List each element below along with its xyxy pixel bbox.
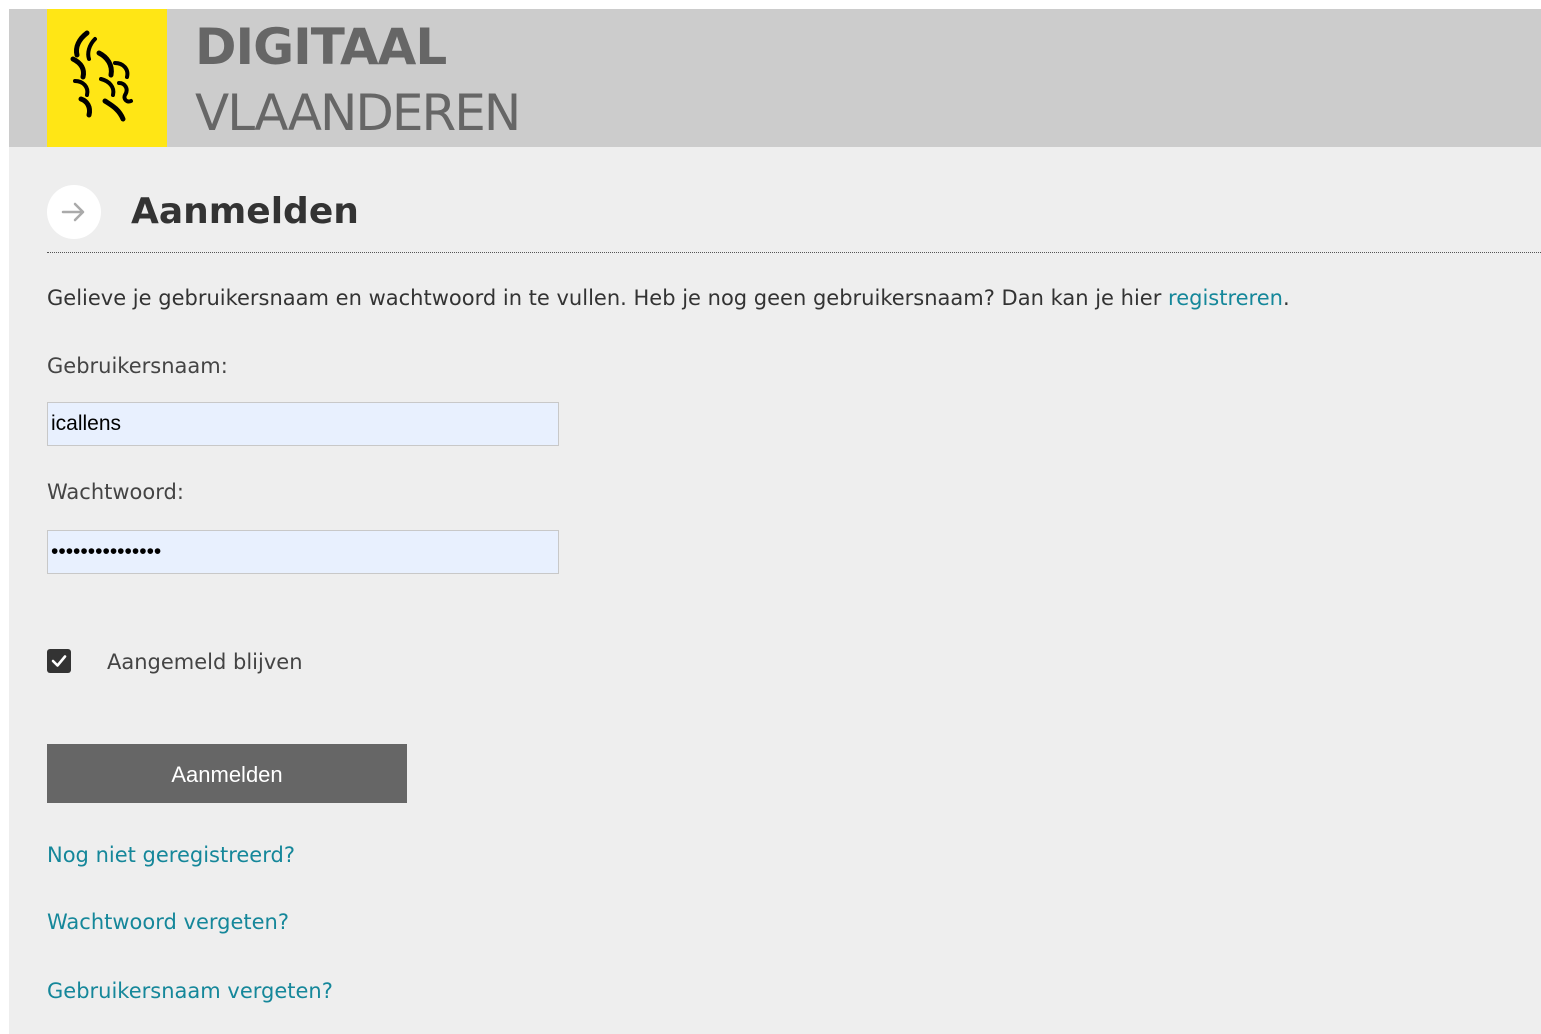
checkmark-icon [51, 655, 67, 667]
forgot-username-link[interactable]: Gebruikersnaam vergeten? [47, 976, 333, 1006]
username-label: Gebruikersnaam: [47, 354, 228, 378]
site-header: DIGITAAL VLAANDEREN [9, 9, 1541, 147]
logo[interactable] [47, 9, 167, 147]
page-title-row: Aanmelden [47, 183, 1541, 239]
remember-me-row: Aangemeld blijven [47, 647, 447, 677]
register-link[interactable]: registreren [1168, 286, 1283, 310]
arrow-right-icon [47, 185, 101, 239]
flemish-lion-icon [70, 30, 133, 122]
login-button[interactable]: Aanmelden [47, 744, 407, 803]
intro-text: Gelieve je gebruikersnaam en wachtwoord … [47, 283, 1290, 313]
username-field[interactable] [47, 402, 559, 446]
password-label: Wachtwoord: [47, 480, 184, 504]
title-divider [47, 252, 1541, 253]
forgot-password-link[interactable]: Wachtwoord vergeten? [47, 907, 289, 937]
password-field[interactable] [47, 530, 559, 574]
remember-me-label: Aangemeld blijven [107, 650, 303, 674]
not-registered-link[interactable]: Nog niet geregistreerd? [47, 840, 295, 870]
brand-title-line1: DIGITAAL [195, 18, 447, 76]
brand-title-line2: VLAANDEREN [195, 84, 521, 142]
page-title: Aanmelden [131, 191, 359, 232]
intro-sentence: Gelieve je gebruikersnaam en wachtwoord … [47, 286, 1169, 310]
intro-end: . [1282, 286, 1290, 310]
remember-me-checkbox[interactable] [47, 649, 71, 673]
page: DIGITAAL VLAANDEREN Aanmelden Gelieve je… [9, 9, 1541, 1034]
